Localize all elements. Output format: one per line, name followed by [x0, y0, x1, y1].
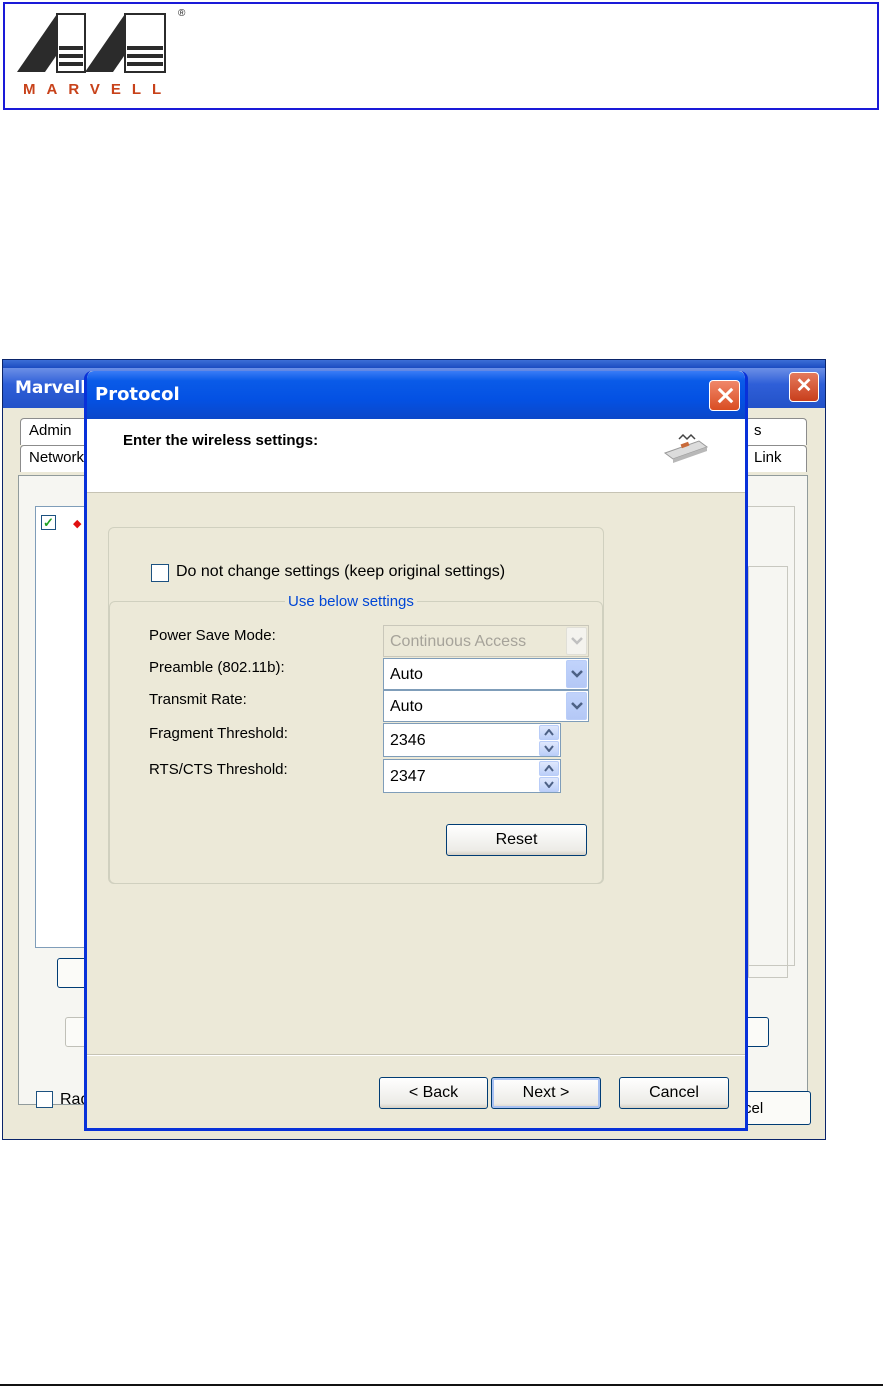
spin-down-icon[interactable]: [539, 741, 559, 756]
taskbar-strip: [3, 360, 825, 368]
back-button[interactable]: < Back: [379, 1077, 488, 1109]
preamble-value: Auto: [390, 666, 423, 683]
power-save-mode-select: Continuous Access: [383, 625, 589, 657]
fragment-threshold-label: Fragment Threshold:: [149, 725, 288, 742]
wireless-adapter-icon: [663, 433, 709, 463]
chevron-down-icon[interactable]: [566, 660, 587, 688]
spin-up-icon[interactable]: [539, 725, 559, 740]
marvell-logo: ® MARVELL: [13, 8, 186, 98]
background-right-subpanel: [748, 566, 788, 978]
footer-divider-highlight: [87, 1055, 745, 1056]
keep-settings-checkbox[interactable]: [151, 564, 169, 582]
power-save-mode-value: Continuous Access: [390, 633, 527, 650]
tab-network[interactable]: Network: [20, 445, 90, 472]
spin-down-icon[interactable]: [539, 777, 559, 792]
tab-link[interactable]: Link: [745, 445, 807, 472]
page-footer-rule: [0, 1384, 883, 1386]
close-icon[interactable]: [709, 380, 740, 411]
background-close-icon[interactable]: ✕: [789, 372, 819, 402]
dialog-titlebar: Protocol: [87, 371, 745, 419]
tab-admin[interactable]: Admin: [20, 418, 90, 445]
marvell-logo-mark-icon: [17, 13, 166, 73]
reset-button[interactable]: Reset: [446, 824, 587, 856]
next-button[interactable]: Next >: [491, 1077, 601, 1109]
chevron-down-icon[interactable]: [566, 692, 587, 720]
tab-partial[interactable]: s: [745, 418, 807, 445]
dialog-header: Enter the wireless settings:: [87, 419, 745, 493]
rts-cts-threshold-value: 2347: [390, 768, 426, 785]
transmit-rate-select[interactable]: Auto: [383, 690, 589, 722]
dialog-title: Protocol: [95, 384, 180, 405]
profile-check-icon[interactable]: ✓: [41, 515, 56, 530]
dialog-heading: Enter the wireless settings:: [123, 432, 319, 449]
protocol-dialog: Protocol Enter the wireless settings: Do…: [84, 371, 748, 1131]
logo-wordmark: MARVELL: [23, 81, 173, 98]
registered-mark: ®: [178, 8, 186, 19]
fragment-threshold-spinner[interactable]: 2346: [383, 723, 561, 757]
rts-cts-threshold-label: RTS/CTS Threshold:: [149, 761, 288, 778]
transmit-rate-value: Auto: [390, 698, 423, 715]
rts-cts-threshold-spinner[interactable]: 2347: [383, 759, 561, 793]
chevron-down-icon: [566, 627, 587, 655]
fragment-threshold-value: 2346: [390, 732, 426, 749]
preamble-select[interactable]: Auto: [383, 658, 589, 690]
background-window-title: Marvell: [15, 378, 87, 398]
preamble-label: Preamble (802.11b):: [149, 659, 285, 676]
profile-status-icon: ◆: [73, 518, 82, 530]
power-save-mode-label: Power Save Mode:: [149, 627, 276, 644]
header-banner: ® MARVELL: [3, 2, 879, 110]
transmit-rate-label: Transmit Rate:: [149, 691, 247, 708]
spin-up-icon[interactable]: [539, 761, 559, 776]
cancel-button[interactable]: Cancel: [619, 1077, 729, 1109]
background-checkbox[interactable]: [36, 1091, 53, 1108]
below-settings-title: Use below settings: [285, 593, 417, 610]
keep-settings-label: Do not change settings (keep original se…: [176, 563, 506, 580]
